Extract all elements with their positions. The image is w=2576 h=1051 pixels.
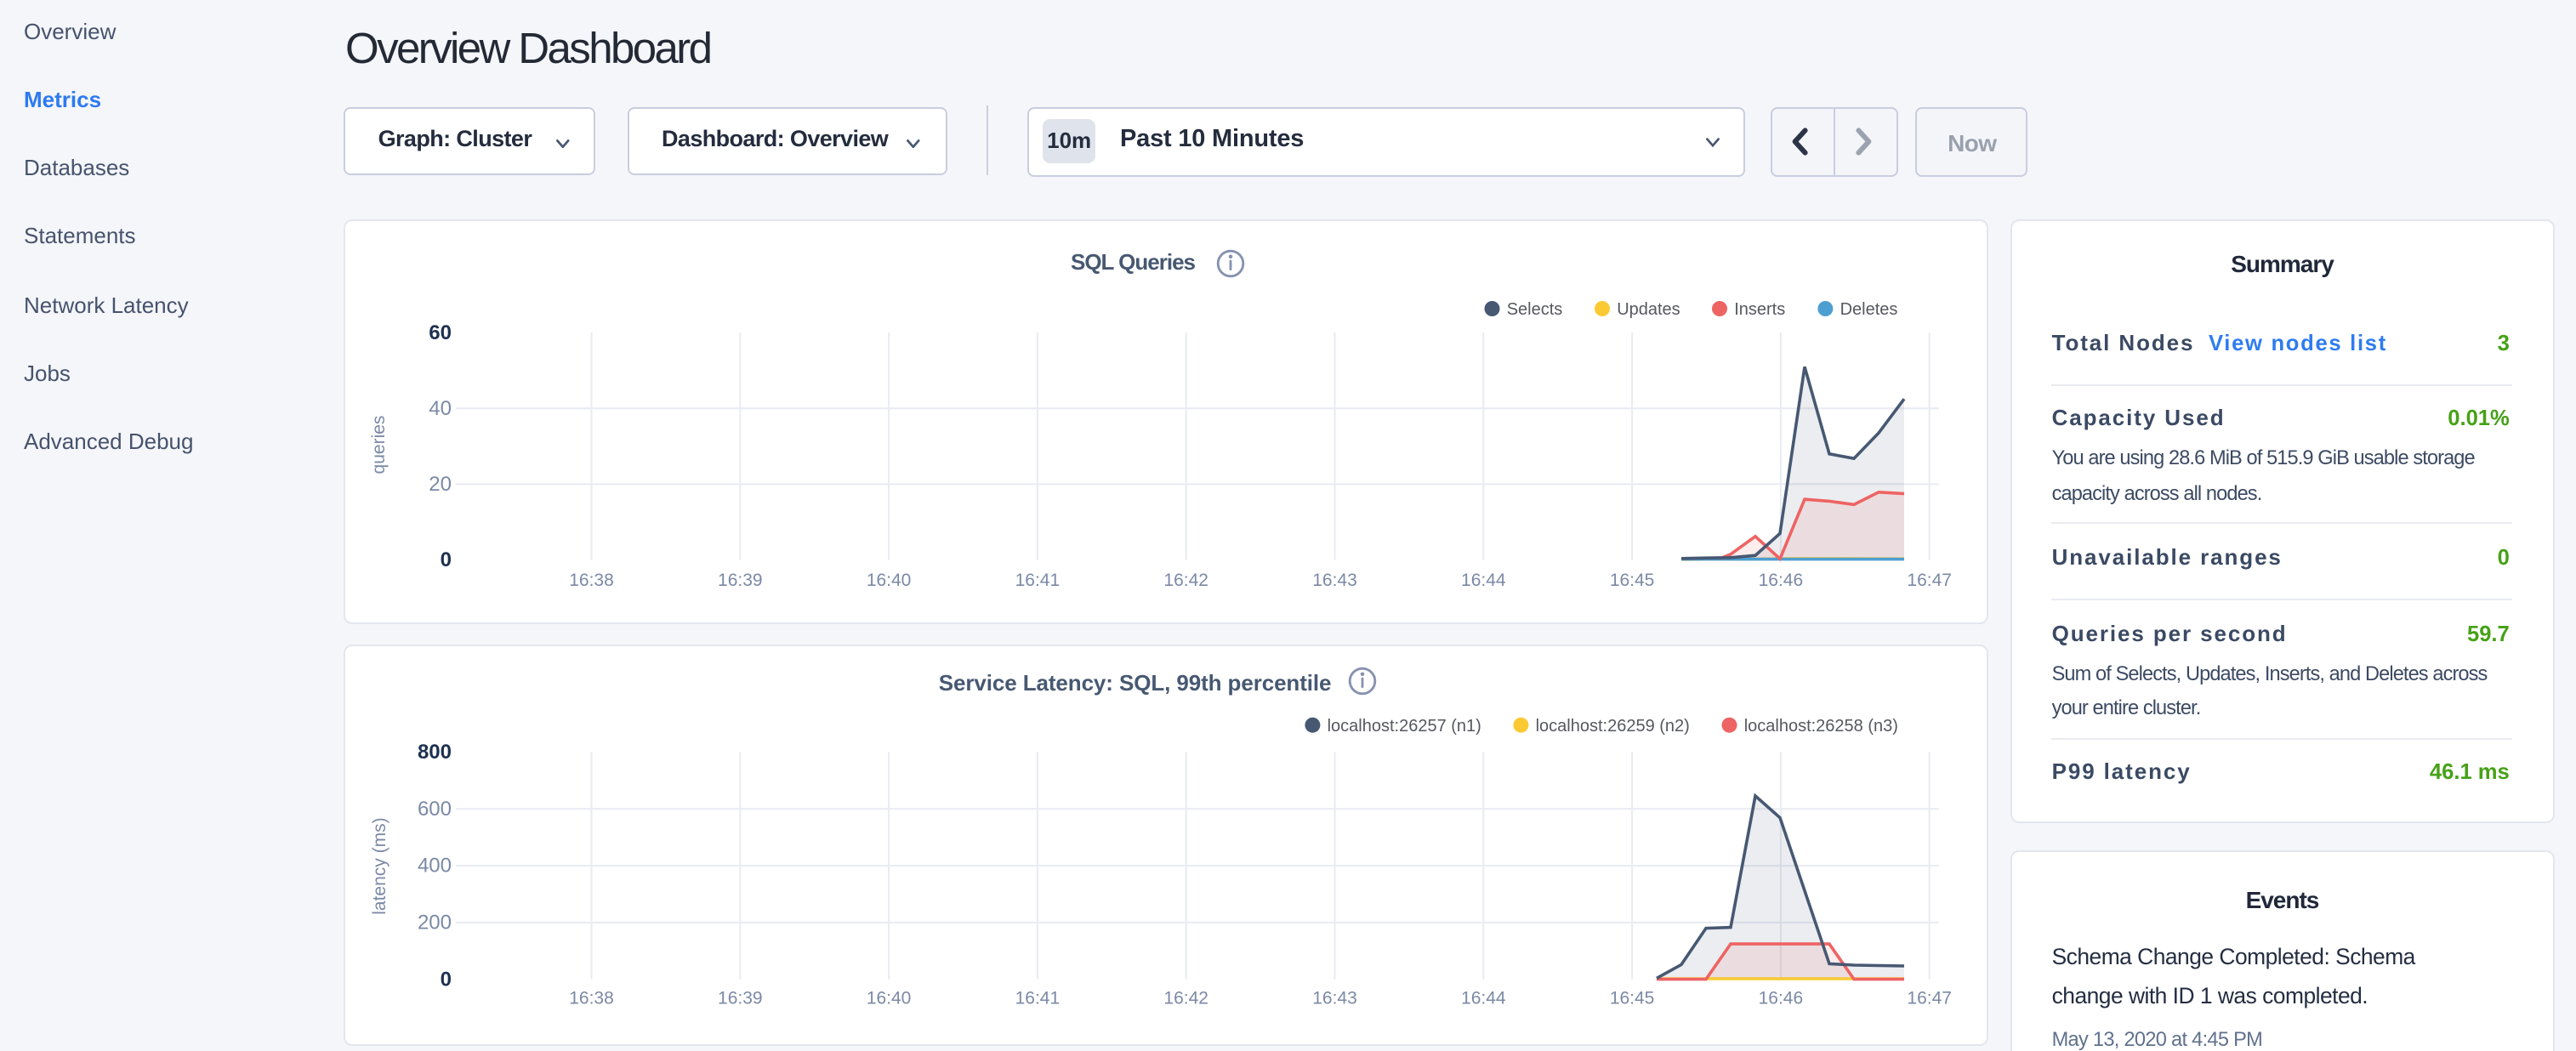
svg-text:16:39: 16:39 (717, 570, 762, 589)
svg-text:16:39: 16:39 (717, 989, 762, 1008)
svg-text:localhost:26258 (n3): localhost:26258 (n3) (1743, 717, 1897, 736)
svg-text:Deletes: Deletes (1840, 299, 1897, 318)
svg-text:16:45: 16:45 (1609, 570, 1654, 589)
svg-text:16:42: 16:42 (1163, 989, 1208, 1008)
svg-text:16:43: 16:43 (1311, 570, 1356, 589)
svg-text:16:46: 16:46 (1758, 989, 1803, 1008)
svg-text:16:42: 16:42 (1163, 570, 1208, 589)
svg-text:16:44: 16:44 (1460, 989, 1505, 1008)
svg-text:200: 200 (417, 912, 451, 935)
svg-text:0: 0 (440, 548, 451, 571)
svg-text:800: 800 (417, 741, 451, 764)
svg-text:localhost:26259 (n2): localhost:26259 (n2) (1535, 717, 1689, 736)
svg-text:0: 0 (440, 969, 451, 991)
svg-text:Updates: Updates (1616, 299, 1680, 318)
svg-text:16:38: 16:38 (568, 570, 613, 589)
svg-text:16:41: 16:41 (1015, 570, 1060, 589)
svg-text:Inserts: Inserts (1733, 299, 1784, 318)
svg-text:16:47: 16:47 (1906, 989, 1951, 1008)
svg-text:20: 20 (428, 472, 451, 495)
svg-text:60: 60 (428, 321, 451, 344)
svg-text:16:40: 16:40 (866, 989, 911, 1008)
svg-text:600: 600 (417, 798, 451, 821)
svg-text:Selects: Selects (1506, 299, 1562, 318)
svg-text:SQL Queries: SQL Queries (1070, 248, 1195, 274)
svg-text:localhost:26257 (n1): localhost:26257 (n1) (1327, 717, 1481, 736)
svg-text:16:43: 16:43 (1311, 989, 1356, 1008)
svg-text:latency (ms): latency (ms) (369, 818, 389, 915)
svg-text:16:40: 16:40 (866, 570, 911, 589)
svg-text:400: 400 (417, 855, 451, 878)
svg-text:queries: queries (368, 415, 388, 474)
svg-text:16:38: 16:38 (568, 989, 613, 1008)
svg-text:Service Latency: SQL, 99th per: Service Latency: SQL, 99th percentile (938, 670, 1331, 696)
svg-text:16:41: 16:41 (1015, 989, 1060, 1008)
svg-text:40: 40 (428, 396, 451, 419)
svg-text:16:46: 16:46 (1758, 570, 1803, 589)
svg-text:16:45: 16:45 (1609, 989, 1654, 1008)
svg-text:16:47: 16:47 (1906, 570, 1951, 589)
svg-text:16:44: 16:44 (1460, 570, 1505, 589)
